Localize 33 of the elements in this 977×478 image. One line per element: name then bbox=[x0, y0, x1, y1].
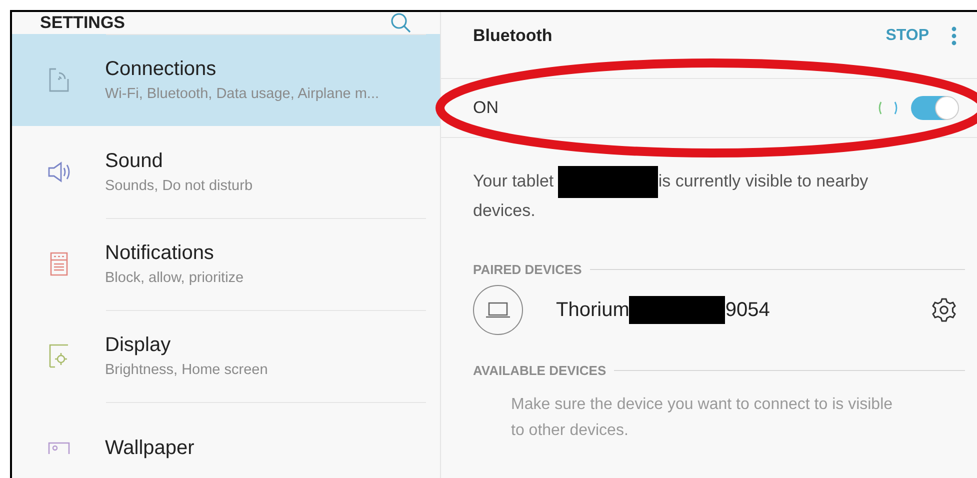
settings-item[interactable]: Sound Sounds, Do not disturb bbox=[12, 126, 440, 218]
item-label: Display bbox=[105, 334, 172, 357]
available-hint: Make sure the device you want to connect to is visible to other devices. bbox=[511, 395, 894, 441]
item-label: Connections bbox=[105, 58, 218, 81]
laptop-icon bbox=[485, 301, 511, 319]
visibility-text: Your tablet is currently visible to nearby devices. bbox=[473, 166, 917, 224]
speaker-icon bbox=[46, 161, 70, 183]
item-label: Wallpaper bbox=[105, 436, 194, 460]
search-icon[interactable] bbox=[390, 12, 412, 34]
switch-label: ON bbox=[473, 98, 500, 118]
bluetooth-title: Bluetooth bbox=[473, 26, 554, 46]
item-subtitle: Block, allow, prioritize bbox=[105, 270, 244, 286]
settings-icon[interactable] bbox=[931, 297, 957, 323]
item-subtitle: Brightness, Home screen bbox=[105, 362, 268, 378]
notifications-icon bbox=[50, 252, 68, 276]
item-label: Notifications bbox=[105, 242, 215, 265]
more-icon[interactable] bbox=[951, 26, 957, 46]
display-icon bbox=[48, 344, 68, 368]
settings-title: SETTINGS bbox=[40, 13, 126, 33]
item-label: Sound bbox=[105, 150, 164, 173]
settings-item[interactable]: Display Brightness, Home screen bbox=[12, 310, 440, 402]
settings-item[interactable]: Wallpaper bbox=[12, 402, 440, 478]
loading-icon bbox=[877, 101, 899, 115]
item-subtitle: Wi-Fi, Bluetooth, Data usage, Airplane m... bbox=[105, 86, 380, 102]
wallpaper-icon bbox=[48, 442, 70, 454]
section-header: AVAILABLE DEVICES bbox=[473, 363, 606, 378]
bluetooth-switch[interactable] bbox=[911, 96, 957, 120]
section-header: PAIRED DEVICES bbox=[473, 262, 582, 277]
settings-item[interactable]: Notifications Block, allow, prioritize bbox=[12, 218, 440, 310]
item-subtitle: Sounds, Do not disturb bbox=[105, 178, 253, 194]
settings-item[interactable]: Connections Wi-Fi, Bluetooth, Data usage, Airplane m... bbox=[12, 34, 440, 126]
device-name[interactable]: Thorium 9054 bbox=[556, 296, 931, 324]
connections-icon bbox=[48, 67, 70, 93]
